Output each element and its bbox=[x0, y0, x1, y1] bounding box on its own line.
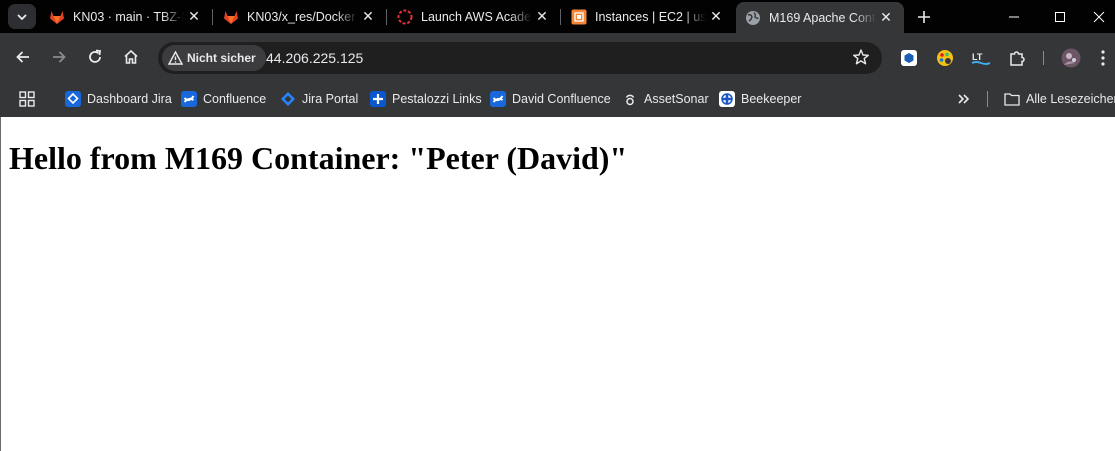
tab-title: M169 Apache Cont bbox=[769, 10, 876, 25]
confluence-icon bbox=[490, 91, 506, 107]
minimize-icon bbox=[1009, 16, 1019, 17]
reload-icon bbox=[89, 49, 102, 63]
forward-button[interactable] bbox=[45, 43, 73, 71]
jira-icon bbox=[280, 91, 296, 107]
close-icon[interactable]: ✕ bbox=[184, 7, 204, 27]
home-icon bbox=[124, 49, 138, 64]
gitlab-icon bbox=[223, 9, 239, 25]
languagetool-extension-icon[interactable]: LT bbox=[971, 48, 991, 68]
maximize-icon bbox=[1055, 11, 1065, 22]
page-heading: Hello from M169 Container: "Peter (David… bbox=[9, 140, 628, 176]
close-icon[interactable]: ✕ bbox=[706, 7, 726, 27]
plus-icon bbox=[370, 91, 386, 107]
bookmark-label: Dashboard Jira bbox=[87, 92, 172, 106]
address-bar[interactable]: Nicht sicher 44.206.225.125 bbox=[158, 42, 882, 74]
bookmarks-bar: Dashboard Jira Confluence Jira Portal Pe… bbox=[0, 81, 1115, 117]
tab-kn03-docker[interactable]: KN03/x_res/Docker ✕ bbox=[214, 0, 386, 33]
bookmark-label: Beekeeper bbox=[741, 92, 802, 106]
home-button[interactable] bbox=[117, 43, 145, 71]
toolbar-divider bbox=[1043, 51, 1044, 65]
folder-icon bbox=[1004, 91, 1020, 107]
jira-icon bbox=[65, 91, 81, 107]
bookmark-label: Pestalozzi Links bbox=[392, 92, 482, 106]
globe-icon bbox=[745, 10, 761, 26]
plus-icon bbox=[918, 11, 930, 23]
bookmark-assetsonar[interactable]: AssetSonar bbox=[622, 87, 709, 111]
tab-instances-ec2[interactable]: Instances | EC2 | us ✕ bbox=[562, 0, 734, 33]
bookmark-david-confluence[interactable]: David Confluence bbox=[490, 87, 611, 111]
bookmark-dashboard-jira[interactable]: Dashboard Jira bbox=[65, 87, 172, 111]
close-icon[interactable]: ✕ bbox=[532, 7, 552, 27]
warning-icon bbox=[168, 51, 183, 65]
tab-strip: KN03 · main · TBZ-I ✕ KN03/x_res/Docker … bbox=[0, 0, 1115, 33]
close-icon[interactable]: ✕ bbox=[876, 8, 896, 28]
tab-title: KN03/x_res/Docker bbox=[247, 9, 356, 24]
svg-text:LT: LT bbox=[972, 52, 983, 62]
url-text[interactable]: 44.206.225.125 bbox=[266, 50, 363, 66]
toolbar: Nicht sicher 44.206.225.125 LT bbox=[0, 33, 1115, 81]
bookmark-label: David Confluence bbox=[512, 92, 611, 106]
more-bookmarks-button[interactable] bbox=[957, 87, 971, 111]
tab-title: Instances | EC2 | us bbox=[595, 9, 706, 24]
bookmark-label: Confluence bbox=[203, 92, 267, 106]
tab-title: KN03 · main · TBZ-I bbox=[73, 9, 184, 24]
avatar-icon bbox=[1061, 48, 1081, 68]
bookmark-jira-portal[interactable]: Jira Portal bbox=[280, 87, 358, 111]
gitlab-icon bbox=[49, 9, 65, 25]
close-icon bbox=[1093, 11, 1105, 22]
tab-divider bbox=[212, 9, 213, 25]
color-palette-extension-icon[interactable] bbox=[935, 48, 955, 68]
assetsonar-icon bbox=[622, 91, 638, 107]
star-icon[interactable] bbox=[852, 48, 870, 71]
tab-divider bbox=[560, 9, 561, 25]
tab-search-button[interactable] bbox=[8, 4, 36, 29]
all-bookmarks-folder[interactable]: Alle Lesezeichen bbox=[1004, 87, 1115, 111]
page-viewport: Hello from M169 Container: "Peter (David… bbox=[0, 117, 1115, 451]
bookmark-confluence[interactable]: Confluence bbox=[181, 87, 266, 111]
reload-button[interactable] bbox=[81, 43, 109, 71]
bookmark-beekeeper[interactable]: Beekeeper bbox=[719, 87, 801, 111]
bookmark-pestalozzi-links[interactable]: Pestalozzi Links bbox=[370, 87, 482, 111]
beekeeper-icon bbox=[719, 91, 735, 107]
aws-ec2-icon bbox=[571, 9, 587, 25]
arrow-right-icon bbox=[53, 51, 66, 63]
menu-kebab-icon[interactable] bbox=[1093, 48, 1113, 68]
aws-academy-icon bbox=[397, 9, 413, 25]
profile-avatar[interactable] bbox=[1061, 48, 1081, 68]
chevron-down-icon bbox=[17, 14, 27, 20]
chevron-double-right-icon bbox=[958, 94, 970, 104]
back-button[interactable] bbox=[9, 43, 37, 71]
maximize-button[interactable] bbox=[1037, 0, 1083, 33]
extensions-puzzle-icon[interactable] bbox=[1007, 48, 1027, 68]
apps-grid-icon bbox=[19, 91, 35, 107]
security-label: Nicht sicher bbox=[187, 51, 256, 65]
confluence-icon bbox=[181, 91, 197, 107]
all-bookmarks-label: Alle Lesezeichen bbox=[1026, 92, 1115, 106]
close-window-button[interactable] bbox=[1083, 0, 1115, 33]
tab-title: Launch AWS Acade bbox=[421, 9, 532, 24]
tab-launch-aws-academy[interactable]: Launch AWS Acade ✕ bbox=[388, 0, 560, 33]
tab-kn03-main[interactable]: KN03 · main · TBZ-I ✕ bbox=[40, 0, 212, 33]
bookmark-label: AssetSonar bbox=[644, 92, 709, 106]
arrow-left-icon bbox=[16, 51, 29, 63]
security-chip[interactable]: Nicht sicher bbox=[162, 45, 266, 71]
bookmark-label: Jira Portal bbox=[302, 92, 359, 106]
tab-m169-apache[interactable]: M169 Apache Cont ✕ bbox=[736, 2, 904, 33]
new-tab-button[interactable] bbox=[912, 5, 936, 29]
extension-1-icon[interactable] bbox=[899, 48, 919, 68]
bookmarks-divider bbox=[987, 91, 988, 107]
apps-button[interactable] bbox=[19, 87, 35, 111]
minimize-button[interactable] bbox=[991, 0, 1037, 33]
close-icon[interactable]: ✕ bbox=[358, 7, 378, 27]
tab-divider bbox=[386, 9, 387, 25]
